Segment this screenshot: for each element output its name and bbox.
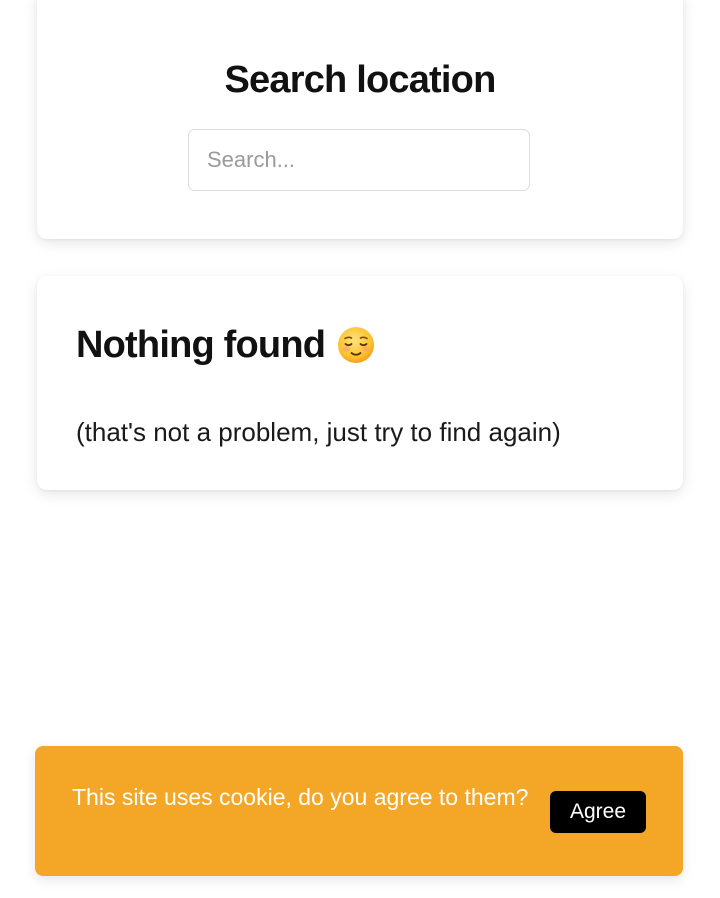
- result-heading: Nothing found: [76, 322, 375, 368]
- search-input[interactable]: [188, 129, 530, 191]
- cookie-message: This site uses cookie, do you agree to t…: [72, 784, 529, 810]
- result-title: Nothing found: [76, 324, 326, 366]
- search-card: Search location: [37, 0, 683, 239]
- relieved-face-icon: [337, 326, 375, 364]
- page: Search location Nothing found: [0, 0, 720, 898]
- result-subtitle: (that's not a problem, just try to find …: [76, 417, 561, 447]
- cookie-banner: This site uses cookie, do you agree to t…: [35, 746, 683, 876]
- search-title: Search location: [224, 59, 497, 101]
- agree-button[interactable]: Agree: [550, 791, 646, 833]
- result-card: Nothing found (that's not a problem, jus…: [37, 276, 683, 490]
